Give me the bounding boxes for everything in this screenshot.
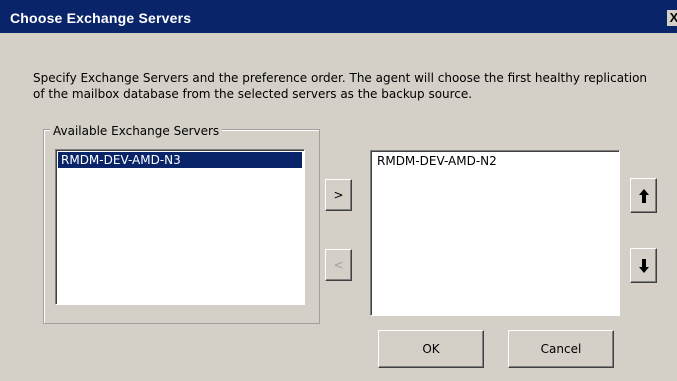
cancel-button[interactable]: Cancel (508, 330, 614, 368)
move-up-button[interactable] (630, 178, 657, 213)
remove-server-button[interactable]: < (325, 249, 352, 281)
available-servers-list[interactable]: RMDM-DEV-AMD-N3 (55, 149, 305, 305)
ok-button[interactable]: OK (378, 330, 484, 368)
list-item-selected-server[interactable]: RMDM-DEV-AMD-N2 (374, 153, 500, 169)
move-down-button[interactable] (630, 248, 657, 283)
list-item-available-server[interactable]: RMDM-DEV-AMD-N3 (58, 152, 302, 168)
arrow-up-icon (638, 188, 649, 203)
choose-exchange-servers-dialog: Choose Exchange Servers X Specify Exchan… (0, 0, 677, 381)
dialog-title: Choose Exchange Servers (10, 10, 192, 26)
description-text: Specify Exchange Servers and the prefere… (33, 70, 663, 102)
arrow-down-icon (638, 258, 649, 273)
title-bar[interactable]: Choose Exchange Servers X (0, 0, 677, 33)
add-server-button[interactable]: > (325, 179, 352, 211)
selected-servers-list[interactable]: RMDM-DEV-AMD-N2 (370, 150, 620, 316)
description-line-1: Specify Exchange Servers and the prefere… (33, 71, 648, 85)
close-button[interactable]: X (667, 10, 677, 26)
available-servers-group-label: Available Exchange Servers (50, 124, 223, 138)
description-line-2: of the mailbox database from the selecte… (33, 87, 473, 101)
